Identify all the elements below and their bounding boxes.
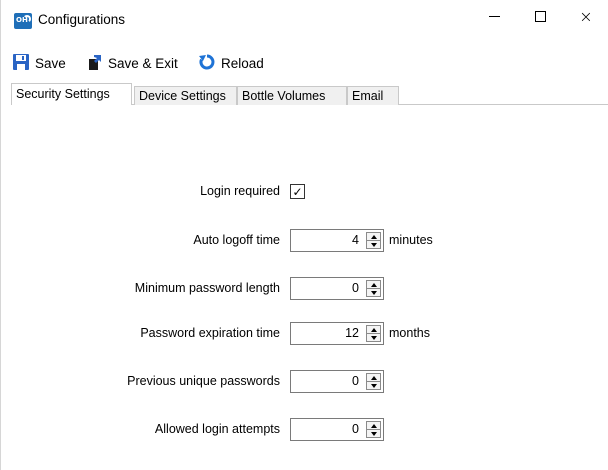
- password-expiration-value: 12: [345, 326, 359, 340]
- allowed-login-attempts-label: Allowed login attempts: [154, 422, 280, 436]
- previous-unique-passwords-value: 0: [352, 374, 359, 388]
- reload-icon: [198, 53, 216, 74]
- increment-button[interactable]: [366, 373, 381, 381]
- auto-logoff-unit: minutes: [389, 233, 433, 247]
- arrow-down-icon: [370, 383, 377, 388]
- maximize-button[interactable]: [517, 0, 563, 32]
- title-bar[interactable]: OH Configurations ×: [1, 0, 608, 44]
- save-label: Save: [35, 55, 66, 71]
- allowed-login-attempts-value: 0: [352, 422, 359, 436]
- decrement-button[interactable]: [366, 240, 381, 249]
- auto-logoff-row: Auto logoff time 4 minutes: [1, 229, 608, 253]
- reload-label: Reload: [221, 55, 264, 71]
- auto-logoff-value: 4: [352, 233, 359, 247]
- allowed-login-attempts-stepper[interactable]: 0: [290, 418, 384, 441]
- decrement-button[interactable]: [366, 429, 381, 438]
- window-title: Configurations: [38, 12, 126, 27]
- previous-unique-passwords-stepper[interactable]: 0: [290, 370, 384, 393]
- maximize-icon: [534, 10, 546, 22]
- minimize-icon: [488, 15, 500, 17]
- login-required-label: Login required: [200, 184, 280, 198]
- exit-door-icon: [87, 53, 103, 74]
- arrow-up-icon: [370, 282, 377, 287]
- reload-button[interactable]: Reload: [198, 52, 264, 74]
- allowed-login-attempts-row: Allowed login attempts 0: [1, 418, 608, 442]
- min-password-length-row: Minimum password length 0: [1, 277, 608, 301]
- previous-unique-passwords-label: Previous unique passwords: [127, 374, 280, 388]
- save-exit-label: Save & Exit: [108, 55, 178, 71]
- min-password-length-value: 0: [352, 281, 359, 295]
- login-required-row: Login required ✓: [1, 180, 608, 204]
- arrow-up-icon: [370, 234, 377, 239]
- min-password-length-stepper[interactable]: 0: [290, 277, 384, 300]
- save-and-exit-button[interactable]: Save & Exit: [87, 52, 178, 74]
- decrement-button[interactable]: [366, 333, 381, 342]
- arrow-up-icon: [370, 423, 377, 428]
- tab-device-settings[interactable]: Device Settings: [134, 86, 237, 105]
- increment-button[interactable]: [366, 280, 381, 288]
- arrow-down-icon: [370, 242, 377, 247]
- tab-bottle-volumes[interactable]: Bottle Volumes: [237, 86, 347, 105]
- tab-security-settings[interactable]: Security Settings: [11, 83, 132, 105]
- login-required-checkbox[interactable]: ✓: [290, 184, 305, 199]
- auto-logoff-stepper[interactable]: 4: [290, 229, 384, 252]
- previous-unique-passwords-row: Previous unique passwords 0: [1, 370, 608, 394]
- password-expiration-row: Password expiration time 12 months: [1, 322, 608, 346]
- password-expiration-unit: months: [389, 326, 430, 340]
- password-expiration-stepper[interactable]: 12: [290, 322, 384, 345]
- arrow-up-icon: [370, 327, 377, 332]
- toolbar: Save Save & Exit Reload: [1, 50, 608, 76]
- decrement-button[interactable]: [366, 381, 381, 390]
- arrow-down-icon: [370, 290, 377, 295]
- auto-logoff-label: Auto logoff time: [193, 233, 280, 247]
- increment-button[interactable]: [366, 232, 381, 240]
- tab-email[interactable]: Email: [347, 86, 399, 105]
- floppy-disk-icon: [12, 53, 30, 74]
- close-icon: ×: [579, 6, 593, 26]
- min-password-length-label: Minimum password length: [134, 281, 280, 295]
- settings-tabs: Security Settings Device Settings Bottle…: [11, 83, 608, 105]
- check-icon: ✓: [292, 184, 303, 199]
- app-icon: OH: [14, 13, 32, 29]
- configurations-window: OH Configurations × Save Save & Exit Rel…: [0, 0, 608, 470]
- arrow-down-icon: [370, 335, 377, 340]
- decrement-button[interactable]: [366, 288, 381, 297]
- increment-button[interactable]: [366, 421, 381, 429]
- password-expiration-label: Password expiration time: [140, 326, 280, 340]
- arrow-down-icon: [370, 431, 377, 436]
- close-button[interactable]: ×: [563, 0, 608, 32]
- save-button[interactable]: Save: [12, 52, 66, 74]
- increment-button[interactable]: [366, 325, 381, 333]
- arrow-up-icon: [370, 375, 377, 380]
- minimize-button[interactable]: [471, 0, 517, 32]
